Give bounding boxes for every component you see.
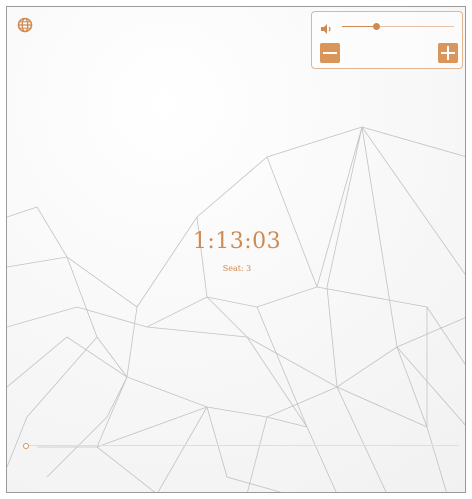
volume-slider[interactable] bbox=[342, 22, 454, 32]
decrease-button[interactable] bbox=[320, 43, 340, 63]
volume-slider-fill bbox=[342, 26, 376, 27]
seat-label: Seat: 3 bbox=[222, 264, 252, 273]
increase-button[interactable] bbox=[438, 43, 458, 63]
progress-track bbox=[27, 445, 459, 446]
volume-control-panel bbox=[311, 11, 463, 69]
globe-icon[interactable] bbox=[17, 17, 33, 33]
progress-bar[interactable] bbox=[23, 442, 459, 450]
volume-slider-handle[interactable] bbox=[372, 23, 380, 30]
timer-display: 1:13:03 bbox=[192, 229, 282, 254]
app-frame: 1:13:03 Seat: 3 bbox=[6, 6, 466, 493]
speaker-icon[interactable] bbox=[320, 20, 334, 34]
progress-handle[interactable] bbox=[23, 443, 29, 449]
